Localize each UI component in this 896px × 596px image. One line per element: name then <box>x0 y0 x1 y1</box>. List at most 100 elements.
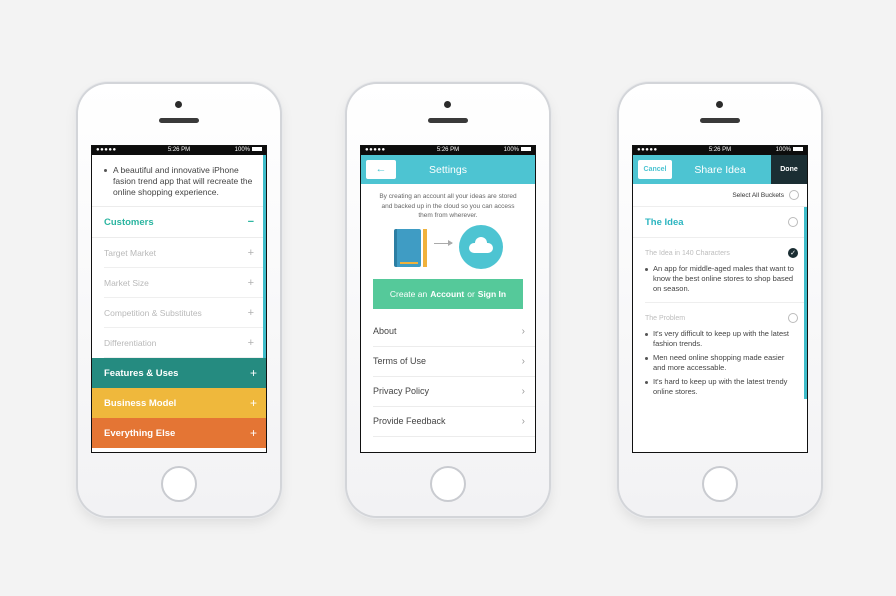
screen-idea-builder: ●●●●● 5:26 PM 100% A beautiful and innov… <box>91 145 267 453</box>
phone-3: ●●●●● 5:26 PM 100% Cancel Share Idea Don… <box>619 84 821 516</box>
cloud-icon <box>459 224 503 269</box>
collapse-icon[interactable]: − <box>248 216 254 228</box>
bucket-the-idea[interactable]: The Idea <box>633 207 804 238</box>
list-item: An app for middle-aged males that want t… <box>633 262 804 296</box>
list-item: It's hard to keep up with the latest tre… <box>633 375 804 399</box>
intro-text: A beautiful and innovative iPhone fasion… <box>92 155 266 206</box>
list-item: Men need online shopping made easier and… <box>633 351 804 375</box>
check-icon[interactable]: ✓ <box>788 248 798 258</box>
done-button[interactable]: Done <box>771 155 807 184</box>
menu-item-about[interactable]: About › <box>373 317 535 347</box>
field-the-problem[interactable]: The Problem <box>633 303 804 327</box>
field-idea-140[interactable]: The Idea in 140 Characters ✓ <box>633 238 804 262</box>
back-arrow-icon[interactable]: ← <box>366 160 396 179</box>
subitem-target-market[interactable]: Target Market + <box>104 238 263 268</box>
speaker-grille <box>428 118 468 123</box>
bullet-text: It's very difficult to keep up with the … <box>653 329 789 348</box>
cancel-button[interactable]: Cancel <box>638 160 672 179</box>
menu-item-label: Privacy Policy <box>373 386 430 396</box>
select-all-radio[interactable] <box>789 190 799 200</box>
plus-icon[interactable]: + <box>250 426 257 440</box>
create-pre: Create an <box>389 288 428 299</box>
menu-item-label: Provide Feedback <box>373 416 446 426</box>
intro-copy: A beautiful and innovative iPhone fasion… <box>113 165 253 197</box>
menu-item-feedback[interactable]: Provide Feedback › <box>373 407 535 437</box>
menu-item-terms[interactable]: Terms of Use › <box>373 347 535 377</box>
arrow-right-icon <box>434 239 453 246</box>
battery-icon: 100% <box>776 146 803 155</box>
create-or: or <box>467 288 475 299</box>
front-camera <box>444 101 451 108</box>
bullet-dot <box>645 381 648 384</box>
screen-settings: ●●●●● 5:26 PM 100% ← Settings By creatin… <box>360 145 536 453</box>
bullet-dot <box>645 268 648 271</box>
field-label: The Problem <box>645 314 686 322</box>
sign-in-link[interactable]: Sign In <box>478 289 506 299</box>
chevron-right-icon: › <box>521 385 525 397</box>
bullet-dot <box>645 357 648 360</box>
subitem-differentiation[interactable]: Differentiation + <box>104 328 263 358</box>
home-button[interactable] <box>702 466 738 502</box>
subitem-competition[interactable]: Competition & Substitutes + <box>104 298 263 328</box>
battery-icon: 100% <box>235 146 262 155</box>
section-label: Everything Else <box>104 427 176 439</box>
section-label: Customers <box>104 216 154 228</box>
bucket-radio[interactable] <box>788 217 798 227</box>
screen-share-idea: ●●●●● 5:26 PM 100% Cancel Share Idea Don… <box>632 145 808 453</box>
nav-bar: Cancel Share Idea Done <box>633 155 807 184</box>
chevron-right-icon: › <box>521 415 525 427</box>
front-camera <box>716 101 723 108</box>
bullet-dot <box>104 169 107 172</box>
home-button[interactable] <box>430 466 466 502</box>
section-label: Business Model <box>104 397 177 409</box>
phone-2: ●●●●● 5:26 PM 100% ← Settings By creatin… <box>347 84 549 516</box>
plus-icon[interactable]: + <box>248 337 254 349</box>
select-all-row[interactable]: Select All Buckets <box>633 184 807 207</box>
status-bar: ●●●●● 5:26 PM 100% <box>633 146 807 155</box>
subitem-label: Target Market <box>104 247 156 258</box>
share-list: The Idea The Idea in 140 Characters ✓ An… <box>633 207 807 399</box>
speaker-grille <box>700 118 740 123</box>
bullet-text: Men need online shopping made easier and… <box>653 353 785 372</box>
bucket-label: The Idea <box>645 216 684 228</box>
section-everything-else[interactable]: Everything Else + <box>92 418 266 448</box>
section-business-model[interactable]: Business Model + <box>92 388 266 418</box>
plus-icon[interactable]: + <box>248 277 254 289</box>
home-button[interactable] <box>161 466 197 502</box>
create-account-button[interactable]: Create an Account or Sign In <box>373 278 523 309</box>
notebook-icon <box>394 228 421 267</box>
chevron-right-icon: › <box>521 355 525 367</box>
bucket-list: Customers − Target Market + Market Size … <box>92 206 266 358</box>
front-camera <box>175 101 182 108</box>
nav-bar: ← Settings <box>361 155 535 184</box>
status-bar: ●●●●● 5:26 PM 100% <box>92 146 266 155</box>
account-copy: By creating an account all your ideas ar… <box>379 193 517 219</box>
bullet-text: An app for middle-aged males that want t… <box>653 264 794 293</box>
plus-icon[interactable]: + <box>250 366 257 380</box>
chevron-right-icon: › <box>521 325 525 337</box>
list-item: It's very difficult to keep up with the … <box>633 327 804 351</box>
status-bar: ●●●●● 5:26 PM 100% <box>361 146 535 155</box>
bullet-dot <box>645 333 648 336</box>
subitem-label: Competition & Substitutes <box>104 307 202 318</box>
settings-menu: About › Terms of Use › Privacy Policy › … <box>361 317 535 437</box>
plus-icon[interactable]: + <box>250 396 257 410</box>
phone-1: ●●●●● 5:26 PM 100% A beautiful and innov… <box>78 84 280 516</box>
bullet-text: It's hard to keep up with the latest tre… <box>653 377 788 396</box>
plus-icon[interactable]: + <box>248 247 254 259</box>
section-features-uses[interactable]: Features & Uses + <box>92 358 266 388</box>
pencil-icon <box>423 228 427 267</box>
section-customers[interactable]: Customers − <box>92 206 263 238</box>
menu-item-privacy[interactable]: Privacy Policy › <box>373 377 535 407</box>
select-all-label: Select All Buckets <box>732 191 784 199</box>
subitem-label: Market Size <box>104 277 149 288</box>
menu-item-label: About <box>373 326 397 336</box>
field-radio[interactable] <box>788 313 798 323</box>
field-label: The Idea in 140 Characters <box>645 249 730 257</box>
battery-icon: 100% <box>504 146 531 155</box>
subitem-label: Differentiation <box>104 337 157 348</box>
speaker-grille <box>159 118 199 123</box>
subitem-market-size[interactable]: Market Size + <box>104 268 263 298</box>
create-account-link[interactable]: Account <box>430 289 464 299</box>
plus-icon[interactable]: + <box>248 307 254 319</box>
